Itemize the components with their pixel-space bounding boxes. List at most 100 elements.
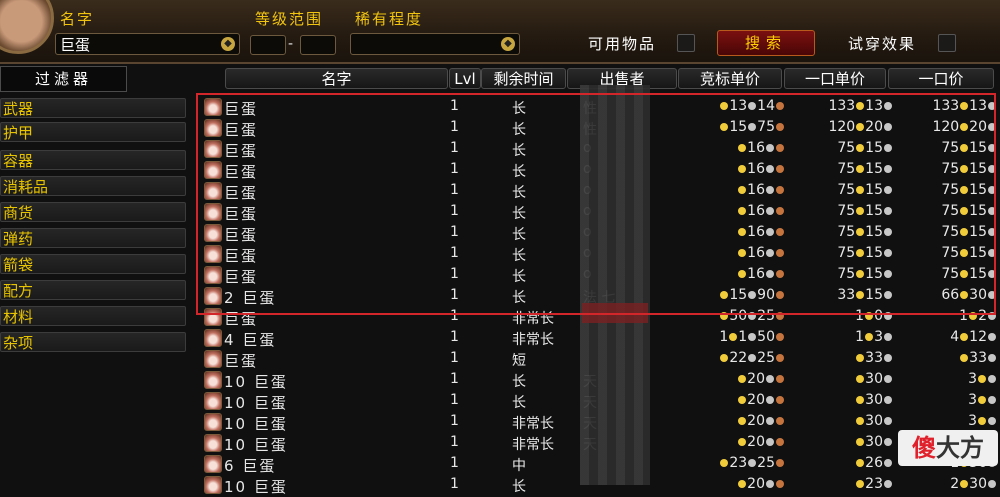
egg-item-icon[interactable] <box>204 287 222 305</box>
egg-item-icon[interactable] <box>204 434 222 452</box>
price-s: 30 <box>969 287 987 303</box>
price-g: 120 <box>932 119 960 135</box>
egg-item-icon[interactable] <box>204 308 222 326</box>
column-header-bid[interactable]: 竞标单价 <box>678 68 782 89</box>
egg-item-icon[interactable] <box>204 266 222 284</box>
rarity-select[interactable]: ◆ <box>350 33 520 55</box>
item-level: 1 <box>450 161 459 177</box>
filter-category[interactable]: 武器 <box>0 98 186 118</box>
min-level-input[interactable] <box>250 35 286 55</box>
item-name[interactable]: 6 巨蛋 <box>224 455 276 476</box>
copper-coin-icon <box>776 102 784 110</box>
item-level: 1 <box>450 476 459 492</box>
search-button[interactable]: 搜索 <box>717 30 815 56</box>
gold-coin-icon <box>738 165 747 173</box>
price-s: 15 <box>865 161 883 177</box>
dropdown-arrow-icon[interactable]: ◆ <box>501 37 515 51</box>
max-level-input[interactable] <box>300 35 336 55</box>
egg-item-icon[interactable] <box>204 161 222 179</box>
price-s: 15 <box>969 224 987 240</box>
column-header-buyout[interactable]: 一口价 <box>888 68 994 89</box>
copper-coin-icon <box>776 438 784 446</box>
silver-coin-icon <box>884 123 892 131</box>
price-g: 1 <box>719 329 729 345</box>
item-name-text: 巨蛋 <box>224 268 259 286</box>
filter-category[interactable]: 箭袋 <box>0 254 186 274</box>
item-name[interactable]: 巨蛋 <box>224 203 258 224</box>
egg-item-icon[interactable] <box>204 455 222 473</box>
usable-items-checkbox[interactable] <box>677 34 695 52</box>
column-header-time[interactable]: 剩余时间 <box>481 68 566 89</box>
price-s: 15 <box>969 182 987 198</box>
item-name[interactable]: 4 巨蛋 <box>224 329 276 350</box>
egg-item-icon[interactable] <box>204 140 222 158</box>
dropdown-arrow-icon[interactable]: ◆ <box>221 37 235 51</box>
item-name[interactable]: 10 巨蛋 <box>224 434 288 455</box>
column-header-buyout-unit[interactable]: 一口单价 <box>784 68 886 89</box>
filter-category[interactable]: 材料 <box>0 306 186 326</box>
silver-coin-icon <box>988 354 996 362</box>
price-cell: 133 13 <box>932 98 997 114</box>
item-name[interactable]: 巨蛋 <box>224 119 258 140</box>
level-separator: - <box>288 36 294 52</box>
item-name[interactable]: 巨蛋 <box>224 266 258 287</box>
filter-category[interactable]: 杂项 <box>0 332 186 352</box>
filter-category[interactable]: 配方 <box>0 280 186 300</box>
price-cell: 3 <box>968 371 997 387</box>
item-name-text: 巨蛋 <box>224 205 259 223</box>
egg-item-icon[interactable] <box>204 119 222 137</box>
item-name[interactable]: 巨蛋 <box>224 161 258 182</box>
price-g: 75 <box>837 182 856 198</box>
copper-coin-icon <box>776 291 784 299</box>
item-name[interactable]: 10 巨蛋 <box>224 392 288 413</box>
item-name[interactable]: 10 巨蛋 <box>224 476 288 497</box>
egg-item-icon[interactable] <box>204 245 222 263</box>
copper-coin-icon <box>776 165 784 173</box>
egg-item-icon[interactable] <box>204 350 222 368</box>
egg-item-icon[interactable] <box>204 224 222 242</box>
egg-item-icon[interactable] <box>204 413 222 431</box>
price-c: 25 <box>757 350 775 366</box>
egg-item-icon[interactable] <box>204 329 222 347</box>
filter-category[interactable]: 商货 <box>0 202 186 222</box>
item-name[interactable]: 巨蛋 <box>224 182 258 203</box>
item-name[interactable]: 巨蛋 <box>224 350 258 371</box>
item-name[interactable]: 2 巨蛋 <box>224 287 276 308</box>
item-name[interactable]: 巨蛋 <box>224 245 258 266</box>
price-g: 120 <box>828 119 856 135</box>
column-header-lvl[interactable]: Lvl <box>449 68 481 89</box>
silver-coin-icon <box>988 396 996 404</box>
silver-coin-icon <box>766 228 774 236</box>
silver-coin-icon <box>988 270 996 278</box>
filter-category[interactable]: 消耗品 <box>0 176 186 196</box>
item-name[interactable]: 10 巨蛋 <box>224 413 288 434</box>
egg-item-icon[interactable] <box>204 392 222 410</box>
name-input[interactable]: 巨蛋 ◆ <box>55 33 240 55</box>
price-s: 12 <box>969 329 987 345</box>
try-on-checkbox[interactable] <box>938 34 956 52</box>
gold-coin-icon <box>960 144 969 152</box>
column-header-name[interactable]: 名字 <box>225 68 448 89</box>
egg-item-icon[interactable] <box>204 371 222 389</box>
price-g: 75 <box>941 266 960 282</box>
item-name[interactable]: 巨蛋 <box>224 98 258 119</box>
copper-coin-icon <box>776 417 784 425</box>
item-name[interactable]: 巨蛋 <box>224 140 258 161</box>
item-name[interactable]: 巨蛋 <box>224 308 258 329</box>
price-g: 2 <box>950 476 960 492</box>
item-name[interactable]: 巨蛋 <box>224 224 258 245</box>
filter-category[interactable]: 弹药 <box>0 228 186 248</box>
egg-item-icon[interactable] <box>204 203 222 221</box>
gold-coin-icon <box>738 438 747 446</box>
item-level: 1 <box>450 413 459 429</box>
gold-coin-icon <box>865 312 874 320</box>
filter-category[interactable]: 护甲 <box>0 122 186 142</box>
egg-item-icon[interactable] <box>204 476 222 494</box>
filter-category[interactable]: 容器 <box>0 150 186 170</box>
egg-item-icon[interactable] <box>204 182 222 200</box>
item-name[interactable]: 10 巨蛋 <box>224 371 288 392</box>
gold-coin-icon <box>960 354 969 362</box>
price-cell: 66 30 <box>941 287 997 303</box>
price-cell: 30 <box>855 371 893 387</box>
egg-item-icon[interactable] <box>204 98 222 116</box>
